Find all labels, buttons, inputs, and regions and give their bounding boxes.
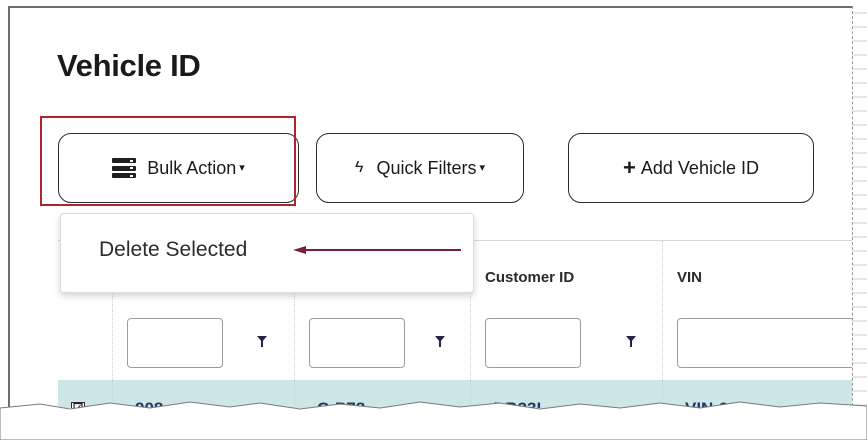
filter-cell-1 [113, 310, 295, 380]
filter-input[interactable] [485, 318, 581, 368]
funnel-icon[interactable] [257, 336, 267, 348]
quick-filters-button[interactable]: ϟ Quick Filters ▾ [316, 133, 524, 203]
page-title: Vehicle ID [57, 48, 201, 83]
filter-input[interactable] [677, 318, 861, 368]
torn-edge-right [852, 6, 867, 416]
header-customer-id: Customer ID [485, 269, 575, 286]
header-vin: VIN [677, 269, 703, 286]
filter-input[interactable] [309, 318, 405, 368]
filter-cell-select [58, 310, 113, 380]
delete-selected-menu-item[interactable]: Delete Selected [99, 238, 247, 262]
highlight-annotation [40, 116, 296, 206]
header-cell-customer-id[interactable]: Customer ID [471, 241, 663, 311]
filter-cell-vin [663, 310, 861, 380]
funnel-icon[interactable] [435, 336, 445, 348]
filter-cell-2 [295, 310, 471, 380]
quick-filters-label: Quick Filters [376, 157, 477, 178]
add-vehicle-id-button[interactable]: + Add Vehicle ID [568, 133, 814, 203]
caret-down-icon: ▾ [479, 161, 485, 174]
funnel-icon[interactable] [626, 336, 636, 348]
torn-edge-bottom [0, 401, 867, 440]
filter-input[interactable] [127, 318, 223, 368]
header-cell-vin[interactable]: VIN [663, 241, 861, 311]
bolt-icon: ϟ [354, 159, 364, 176]
filter-row [58, 310, 861, 381]
annotation-arrow [293, 246, 461, 254]
plus-icon: + [623, 155, 636, 180]
add-vehicle-id-label: Add Vehicle ID [640, 157, 759, 178]
filter-cell-customer-id [471, 310, 663, 380]
app-window: Vehicle ID Bulk Action ▾ ϟ Quick Filters… [8, 6, 861, 408]
